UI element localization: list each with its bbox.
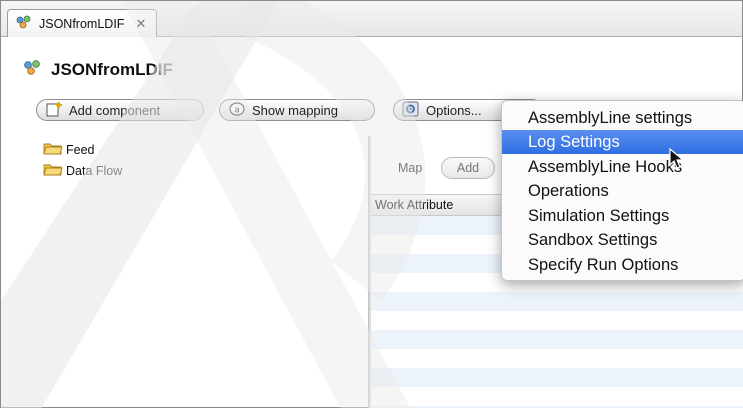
add-component-label: Add component (69, 102, 161, 118)
add-component-button[interactable]: Add component (36, 99, 204, 121)
menu-item-sandbox-settings[interactable]: Sandbox Settings (502, 228, 743, 252)
show-mapping-button[interactable]: a Show mapping (219, 99, 375, 121)
assembly-line-icon (23, 59, 43, 80)
menu-item-specify-run-options[interactable]: Specify Run Options (502, 253, 743, 277)
tree-item-feed[interactable]: Feed (43, 141, 95, 158)
tab-label: JSONfromLDIF (39, 16, 125, 31)
close-icon[interactable]: ✕ (135, 16, 146, 32)
page-title: JSONfromLDIF (23, 59, 173, 80)
folder-icon (43, 162, 63, 179)
tree-item-label: Feed (66, 142, 95, 157)
menu-item-simulation-settings[interactable]: Simulation Settings (502, 204, 743, 228)
options-dropdown-menu: AssemblyLine settings Log Settings Assem… (501, 100, 743, 281)
assembly-line-icon (16, 15, 34, 32)
tree-item-data-flow[interactable]: Data Flow (43, 162, 122, 179)
editor-window: JSONfromLDIF ✕ JSONfromLDIF Add componen… (0, 0, 743, 408)
add-mapping-button[interactable]: Add (441, 157, 495, 179)
options-gear-icon (402, 101, 420, 120)
menu-item-log-settings[interactable]: Log Settings (502, 130, 743, 154)
menu-item-assemblyline-settings[interactable]: AssemblyLine settings (502, 106, 743, 130)
show-mapping-label: Show mapping (252, 102, 338, 118)
tab-jsonfromldif[interactable]: JSONfromLDIF ✕ (7, 9, 158, 37)
options-label: Options... (426, 102, 482, 118)
page-title-text: JSONfromLDIF (51, 59, 173, 79)
tab-strip: JSONfromLDIF ✕ (1, 1, 742, 37)
mouse-pointer-icon (669, 147, 685, 175)
map-label: Map (398, 161, 423, 175)
menu-item-operations[interactable]: Operations (502, 179, 743, 203)
column-header-work-attribute[interactable]: Work Attribute (375, 198, 453, 212)
show-mapping-icon: a (228, 101, 246, 120)
tree-item-label: Data Flow (66, 163, 123, 178)
add-component-icon (45, 101, 63, 120)
menu-item-assemblyline-hooks[interactable]: AssemblyLine Hooks (502, 155, 743, 179)
folder-icon (43, 141, 63, 158)
svg-text:a: a (234, 105, 240, 115)
